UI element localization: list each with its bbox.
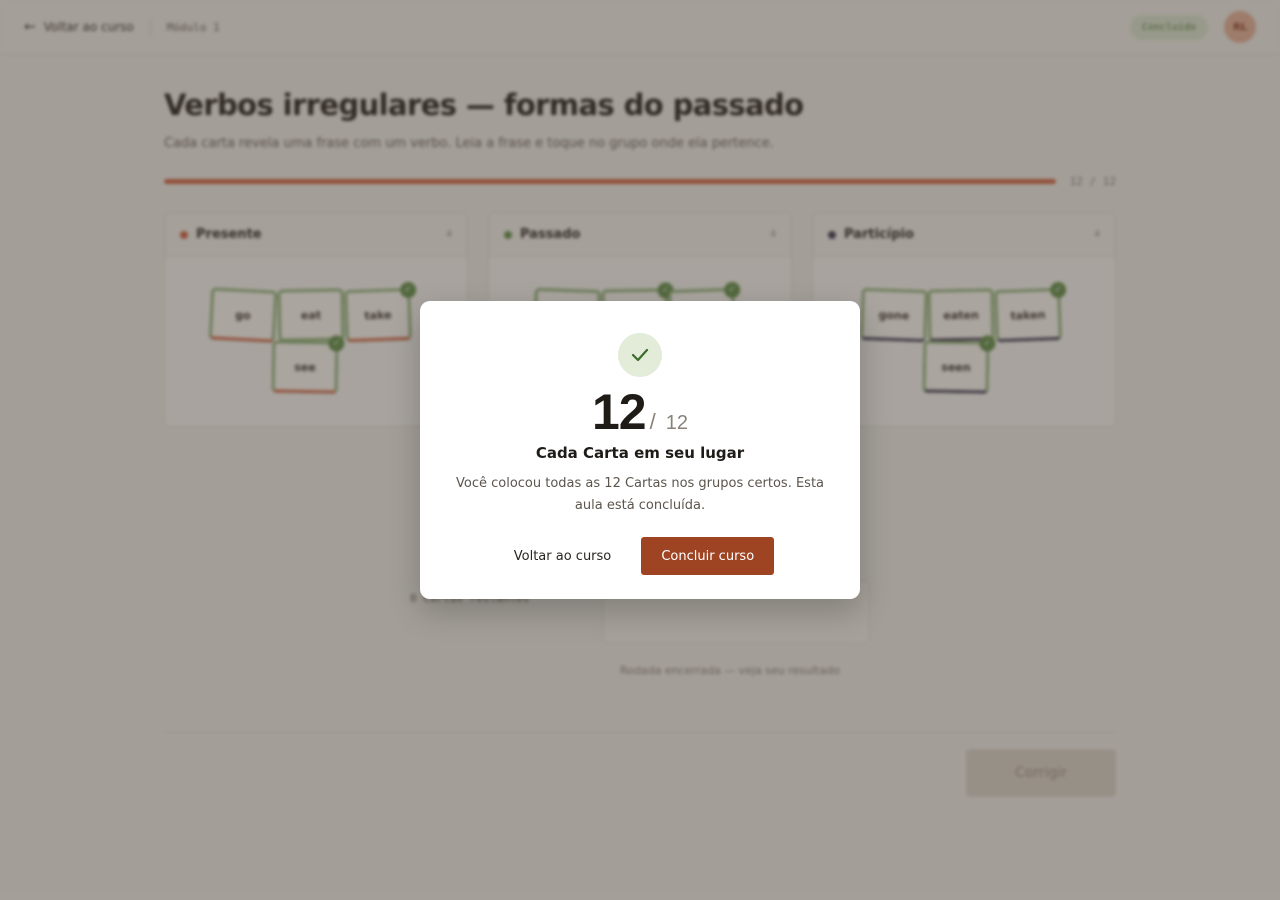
modal-actions: Voltar ao curso Concluir curso [420, 537, 860, 575]
result-modal: 12 / 12 Cada Carta em seu lugar Você col… [420, 301, 860, 599]
check-icon [618, 333, 662, 377]
score-slash: / [649, 409, 656, 434]
score-total: 12 [665, 412, 688, 434]
score-value: 12 [592, 384, 647, 440]
modal-text: Você colocou todas as 12 Cartas nos grup… [456, 476, 825, 513]
modal-heading: Cada Carta em seu lugar [535, 444, 745, 462]
back-to-course-button[interactable]: Voltar ao curso [506, 537, 620, 575]
finish-course-button[interactable]: Concluir curso [641, 537, 775, 575]
score: 12 / 12 [420, 387, 860, 437]
